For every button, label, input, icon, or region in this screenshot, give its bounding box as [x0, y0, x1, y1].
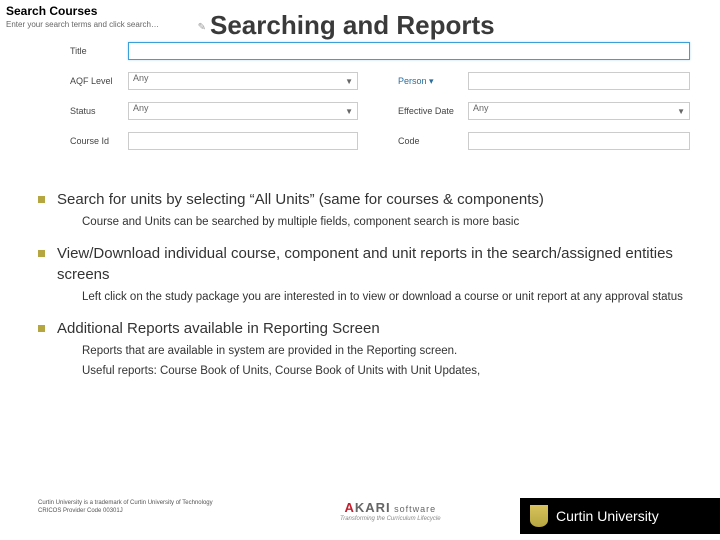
- search-form: Title AQF Level Any ▼ Person ▾ Status An…: [70, 42, 690, 162]
- code-input[interactable]: [468, 132, 690, 150]
- bullet-item: Search for units by selecting “All Units…: [38, 190, 686, 230]
- akari-rest: KARI: [355, 500, 391, 515]
- title-input[interactable]: [128, 42, 690, 60]
- akari-tagline: Transforming the Curriculum Lifecycle: [340, 516, 441, 522]
- course-id-input[interactable]: [128, 132, 358, 150]
- person-input[interactable]: [468, 72, 690, 90]
- bullet-icon: [38, 325, 45, 332]
- chevron-down-icon: ▼: [345, 107, 353, 116]
- search-courses-subtitle: Enter your search terms and click search…: [6, 20, 206, 29]
- curtin-logo-block: Curtin University: [520, 498, 720, 534]
- bullet-sub-text: Useful reports: Course Book of Units, Co…: [82, 363, 686, 379]
- bullet-sub-text: Left click on the study package you are …: [82, 289, 686, 305]
- bullet-main-text: View/Download individual course, compone…: [57, 244, 686, 285]
- status-value: Any: [133, 103, 149, 113]
- legal-text: Curtin University is a trademark of Curt…: [38, 500, 213, 516]
- shield-icon: [530, 505, 548, 527]
- bullet-main-text: Additional Reports available in Reportin…: [57, 319, 380, 339]
- aqf-value: Any: [133, 73, 149, 83]
- effective-date-select[interactable]: Any ▼: [468, 102, 690, 120]
- akari-logo: AKARI software Transforming the Curricul…: [340, 500, 441, 522]
- legal-line1: Curtin University is a trademark of Curt…: [38, 500, 213, 508]
- bullet-icon: [38, 250, 45, 257]
- footer: Curtin University is a trademark of Curt…: [0, 488, 720, 534]
- code-label: Code: [398, 136, 468, 146]
- curtin-text: Curtin University: [556, 508, 659, 524]
- bullet-item: View/Download individual course, compone…: [38, 244, 686, 305]
- akari-software: software: [391, 504, 437, 514]
- legal-line2: CRICOS Provider Code 00301J: [38, 508, 213, 516]
- bullet-item: Additional Reports available in Reportin…: [38, 319, 686, 379]
- title-label: Title: [70, 46, 128, 56]
- chevron-down-icon: ▼: [677, 107, 685, 116]
- content-bullets: Search for units by selecting “All Units…: [38, 190, 686, 393]
- effective-date-label: Effective Date: [398, 106, 468, 116]
- person-label[interactable]: Person ▾: [398, 76, 468, 87]
- page-title: Searching and Reports: [210, 10, 495, 41]
- bullet-sub-text: Reports that are available in system are…: [82, 343, 686, 359]
- aqf-select[interactable]: Any ▼: [128, 72, 358, 90]
- bullet-icon: [38, 196, 45, 203]
- akari-a: A: [344, 500, 354, 515]
- effective-date-value: Any: [473, 103, 489, 113]
- status-label: Status: [70, 106, 128, 116]
- chevron-down-icon: ▼: [345, 77, 353, 86]
- pencil-icon: ✎: [198, 22, 206, 33]
- search-courses-panel: Search Courses Enter your search terms a…: [6, 4, 206, 29]
- bullet-main-text: Search for units by selecting “All Units…: [57, 190, 544, 210]
- course-id-label: Course Id: [70, 136, 128, 146]
- status-select[interactable]: Any ▼: [128, 102, 358, 120]
- aqf-label: AQF Level: [70, 76, 128, 86]
- bullet-sub-text: Course and Units can be searched by mult…: [82, 214, 686, 230]
- search-courses-title: Search Courses: [6, 4, 206, 18]
